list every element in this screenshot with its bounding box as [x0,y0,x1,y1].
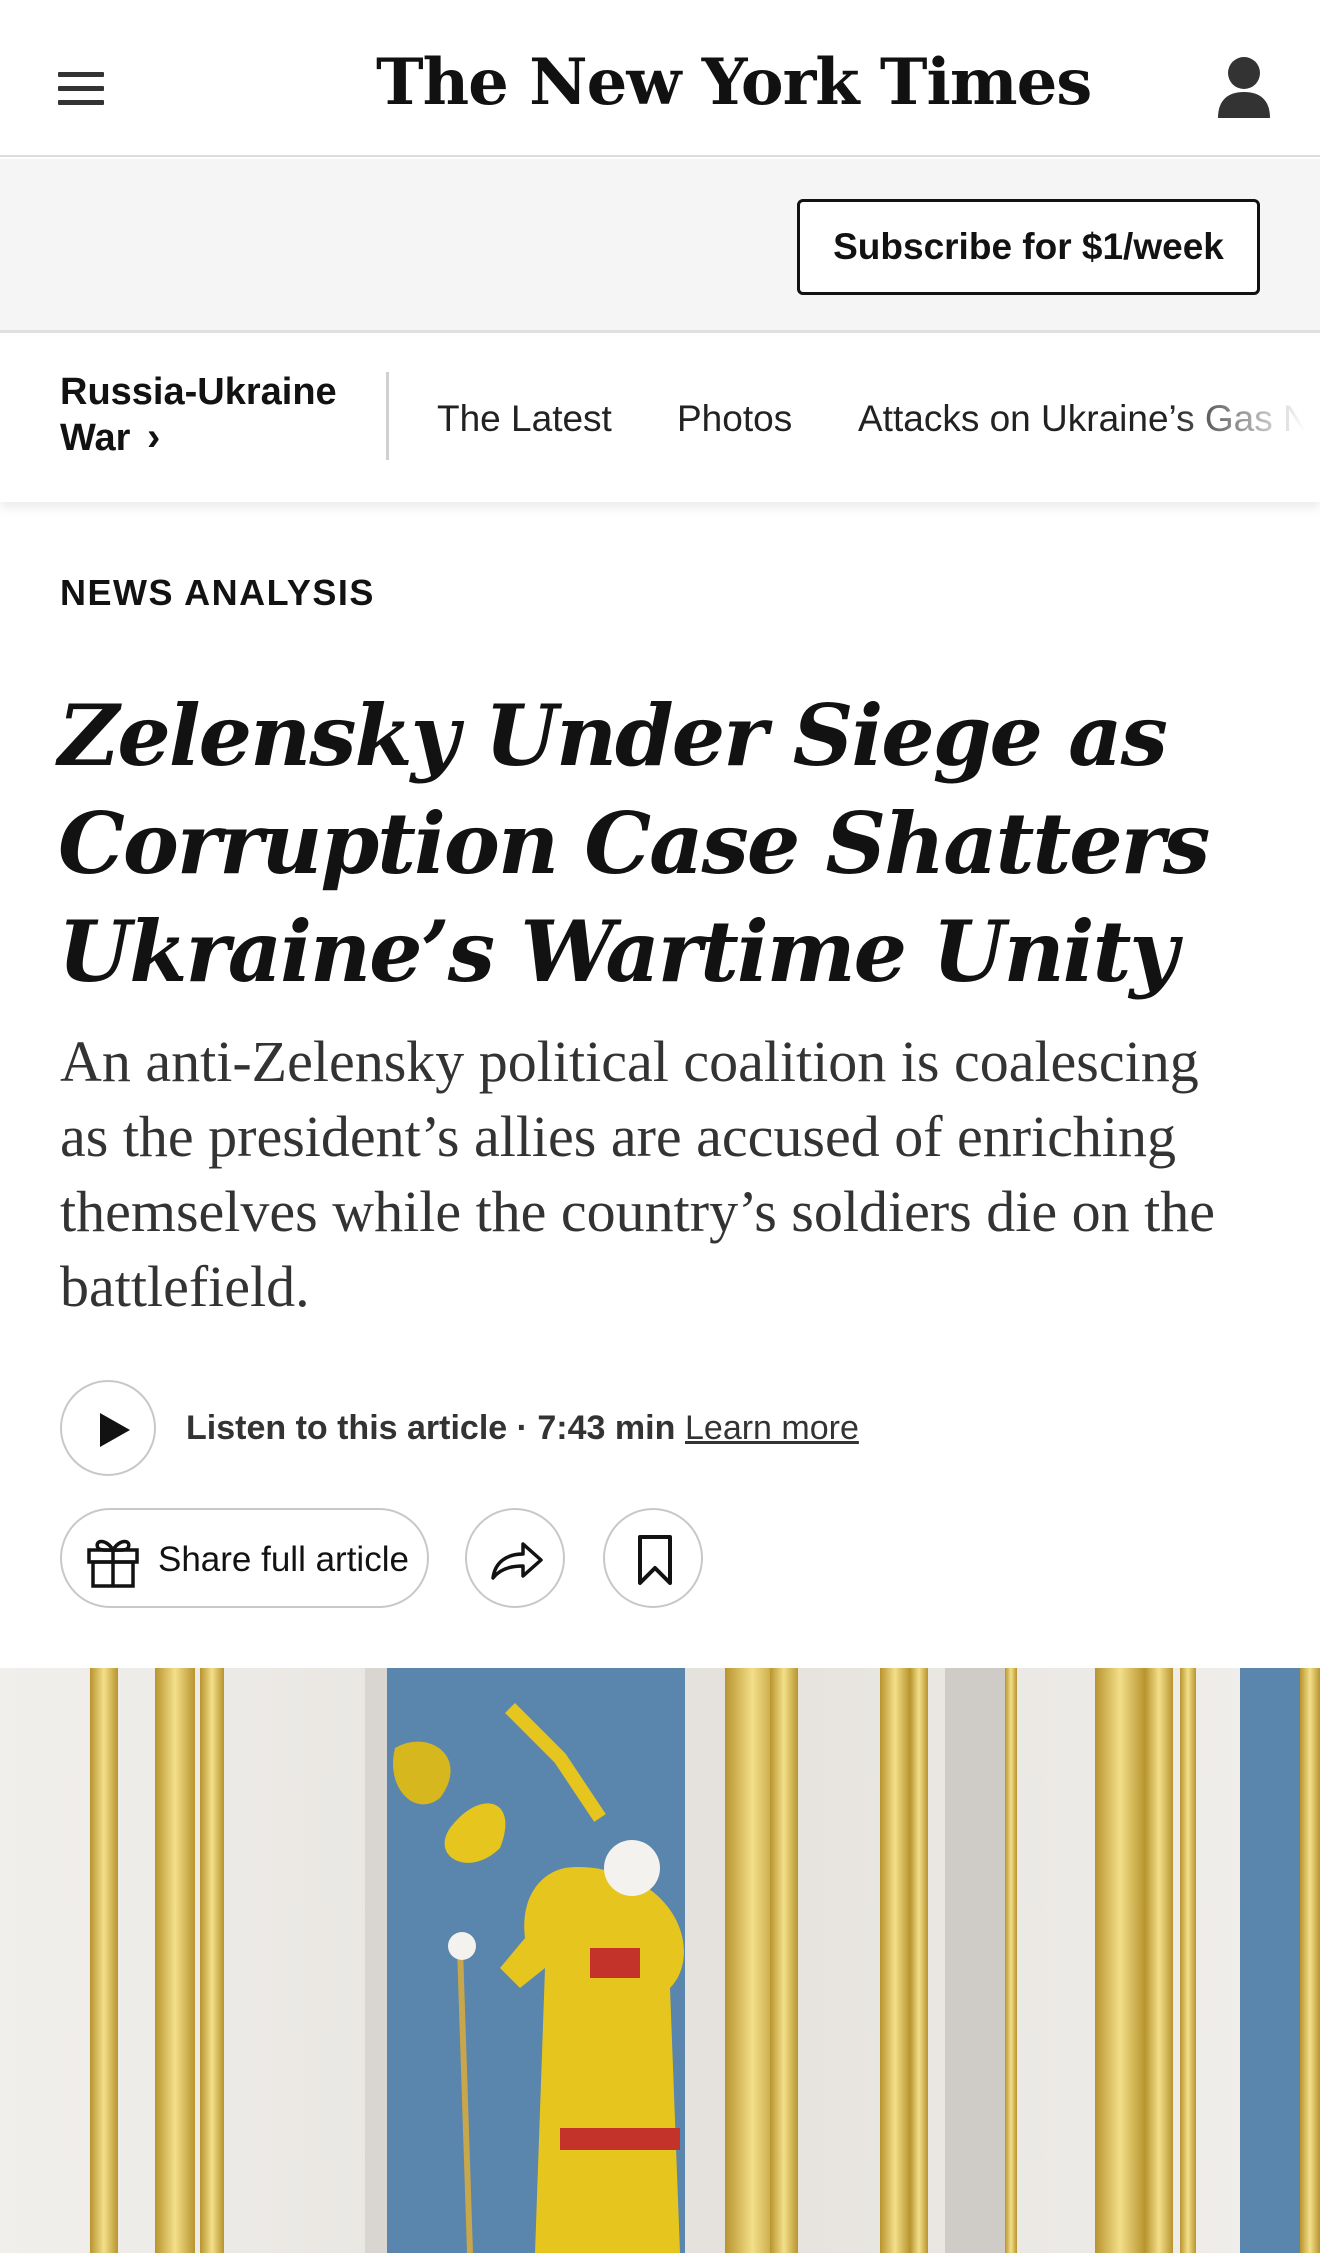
save-bookmark-button[interactable] [603,1508,703,1608]
learn-more-link[interactable]: Learn more [685,1406,859,1450]
summary-line: An anti-Zelensky political coalition is … [60,1029,1199,1094]
hamburger-menu-icon[interactable] [58,72,104,106]
masthead: The New York Times [0,0,1320,157]
section-title-line1: Russia-Ukraine [60,371,337,413]
section-nav: Russia-Ukraine War › The Latest Photos A… [0,336,1320,502]
hero-image [0,1668,1320,2253]
menu-bar [58,72,104,77]
nav-scroll-fade [1170,336,1320,502]
share-full-article-button[interactable]: Share full article [60,1508,429,1608]
nyt-logo[interactable]: The New York Times [376,38,1092,128]
nav-link-the-latest[interactable]: The Latest [437,396,612,442]
nav-divider [386,372,389,460]
headline-line: Corruption Case Shatters [58,794,1210,893]
gift-icon [87,1539,139,1588]
section-title-link[interactable]: Russia-Ukraine War › [60,370,360,461]
article-headline: Zelensky Under Siege as Corruption Case … [58,682,1258,1006]
chevron-right-icon: › [146,415,161,459]
user-account-icon[interactable] [1216,56,1272,118]
section-title-line2: War [60,417,131,459]
share-label: Share full article [158,1540,409,1579]
summary-line: battlefield. [60,1254,310,1319]
headline-line: Ukraine’s Wartime Unity [58,902,1178,1001]
subscribe-bar: Subscribe for $1/week [0,159,1320,333]
listen-label: Listen to this article · 7:43 min [186,1409,676,1447]
hero-illustration [0,1668,1320,2253]
play-audio-button[interactable] [60,1380,156,1476]
subscribe-button[interactable]: Subscribe for $1/week [797,199,1260,295]
share-button[interactable] [465,1508,565,1608]
summary-line: themselves while the country’s soldiers … [60,1179,1215,1244]
summary-line: as the president’s allies are accused of… [60,1104,1177,1169]
section-title-line2-wrap: War › [60,415,360,461]
article-summary: An anti-Zelensky political coalition is … [60,1024,1260,1324]
play-icon [100,1413,130,1447]
headline-line: Zelensky Under Siege as [58,686,1168,785]
menu-bar [58,86,104,91]
nav-link-photos[interactable]: Photos [677,396,792,442]
bookmark-icon [638,1535,672,1585]
article-kicker: NEWS ANALYSIS [60,572,375,613]
forward-arrow-icon [491,1542,543,1580]
menu-bar [58,100,104,105]
